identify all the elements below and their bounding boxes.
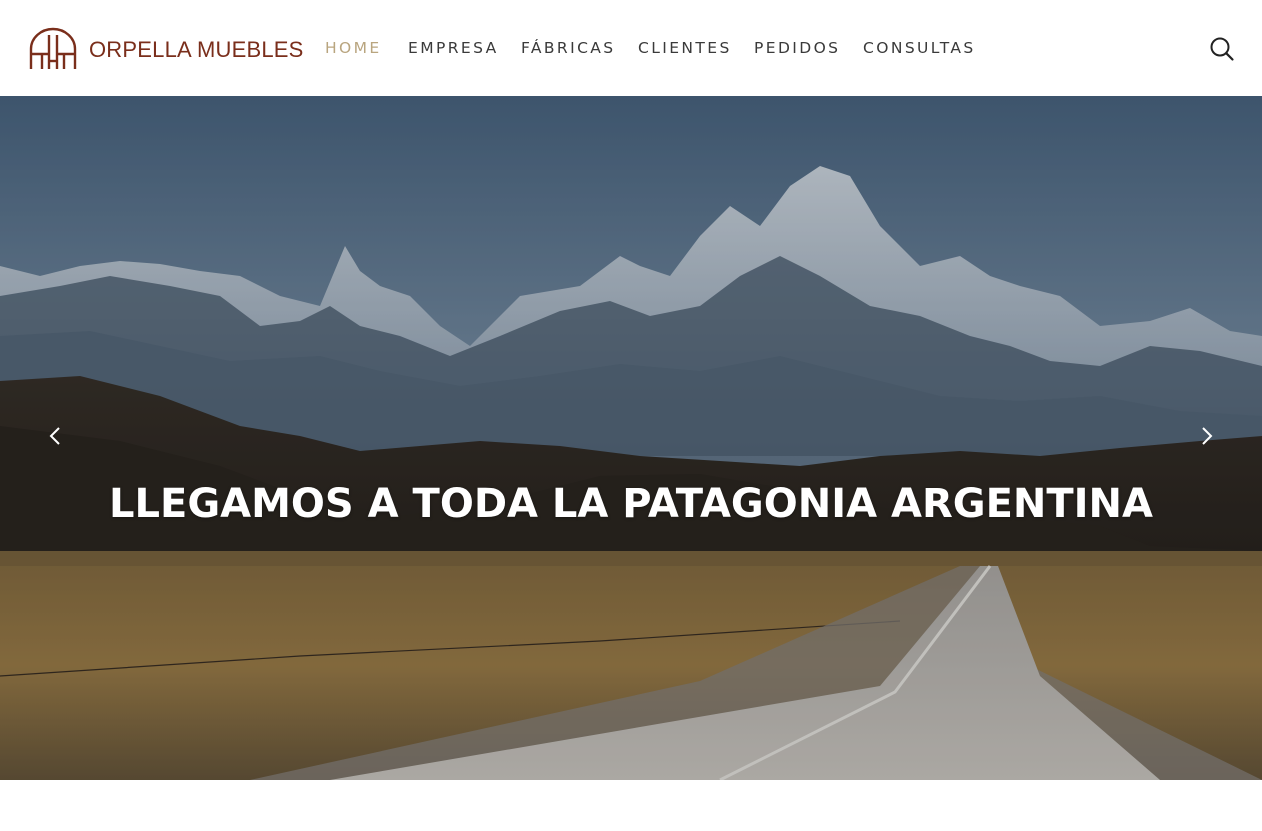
nav-empresa[interactable]: EMPRESA: [408, 38, 499, 58]
site-header: ORPELLA MUEBLES HOME EMPRESA FÁBRICAS CL…: [0, 0, 1262, 96]
nav-consultas[interactable]: CONSULTAS: [863, 38, 976, 58]
nav-home[interactable]: HOME: [325, 38, 382, 58]
search-button[interactable]: [1208, 35, 1236, 63]
chevron-left-icon: [49, 427, 60, 445]
nav-clientes[interactable]: CLIENTES: [638, 38, 732, 58]
brand-logo[interactable]: ORPELLA MUEBLES: [28, 27, 304, 71]
orpella-logo-icon: [29, 27, 77, 69]
search-icon: [1210, 37, 1234, 61]
hero-title: LLEGAMOS A TODA LA PATAGONIA ARGENTINA: [109, 481, 1153, 527]
nav-fabricas[interactable]: FÁBRICAS: [521, 38, 616, 58]
slider-next-button[interactable]: [1192, 416, 1222, 456]
page-below-hero: [0, 780, 1262, 831]
hero-image: [0, 96, 1262, 780]
chevron-right-icon: [1202, 427, 1213, 445]
hero-slider: LLEGAMOS A TODA LA PATAGONIA ARGENTINA: [0, 96, 1262, 780]
slider-prev-button[interactable]: [40, 416, 70, 456]
brand-name: ORPELLA MUEBLES: [89, 37, 304, 62]
nav-pedidos[interactable]: PEDIDOS: [754, 38, 840, 58]
